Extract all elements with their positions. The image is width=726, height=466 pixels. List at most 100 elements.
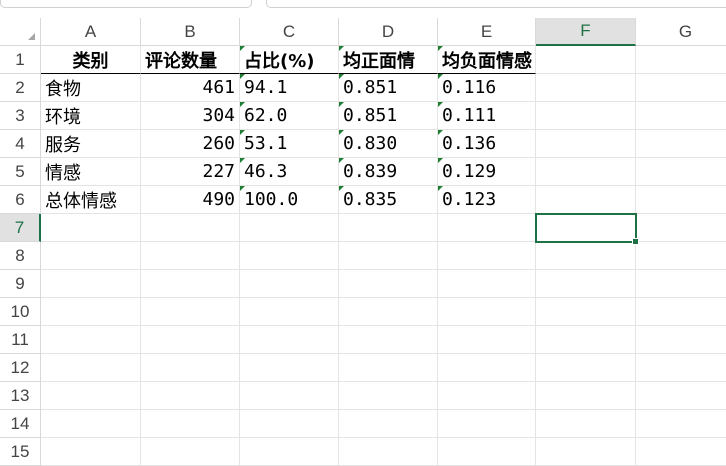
cell-a10[interactable] [41, 298, 141, 326]
cell-b12[interactable] [141, 354, 240, 382]
cell-b10[interactable] [141, 298, 240, 326]
row-header-10[interactable]: 10 [0, 298, 41, 326]
row-header-2[interactable]: 2 [0, 74, 41, 102]
cell-f14[interactable] [536, 410, 636, 438]
cell-f2[interactable] [536, 74, 636, 102]
cell-f10[interactable] [536, 298, 636, 326]
cell-d14[interactable] [339, 410, 438, 438]
cell-a9[interactable] [41, 270, 141, 298]
cell-g6[interactable] [636, 186, 726, 214]
cell-d10[interactable] [339, 298, 438, 326]
row-header-7[interactable]: 7 [0, 214, 41, 242]
cell-g4[interactable] [636, 130, 726, 158]
header-cell-c[interactable]: 占比(%) [240, 46, 339, 74]
cell-g13[interactable] [636, 382, 726, 410]
cell-f1[interactable] [536, 46, 636, 74]
row-header-6[interactable]: 6 [0, 186, 41, 214]
row-header-3[interactable]: 3 [0, 102, 41, 130]
column-header-g[interactable]: G [636, 18, 726, 46]
cell-g2[interactable] [636, 74, 726, 102]
column-header-b[interactable]: B [141, 18, 240, 46]
cell-g11[interactable] [636, 326, 726, 354]
column-header-f[interactable]: F [536, 18, 636, 46]
cell-g9[interactable] [636, 270, 726, 298]
fill-handle[interactable] [632, 238, 639, 245]
cell-c11[interactable] [240, 326, 339, 354]
data-cell-e3[interactable]: 0.111 [438, 102, 536, 130]
data-cell-d6[interactable]: 0.835 [339, 186, 438, 214]
name-box[interactable] [0, 0, 252, 8]
cell-f6[interactable] [536, 186, 636, 214]
data-cell-c6[interactable]: 100.0 [240, 186, 339, 214]
cell-g8[interactable] [636, 242, 726, 270]
cell-f8[interactable] [536, 242, 636, 270]
cell-e10[interactable] [438, 298, 536, 326]
cell-b15[interactable] [141, 438, 240, 466]
header-cell-a[interactable]: 类别 [41, 46, 141, 74]
data-cell-d2[interactable]: 0.851 [339, 74, 438, 102]
cell-d7[interactable] [339, 214, 438, 242]
cell-d9[interactable] [339, 270, 438, 298]
data-cell-a2[interactable]: 食物 [41, 74, 141, 102]
header-cell-d[interactable]: 均正面情 [339, 46, 438, 74]
data-cell-e4[interactable]: 0.136 [438, 130, 536, 158]
cell-e9[interactable] [438, 270, 536, 298]
cell-b14[interactable] [141, 410, 240, 438]
cell-a8[interactable] [41, 242, 141, 270]
row-header-15[interactable]: 15 [0, 438, 41, 466]
data-cell-c4[interactable]: 53.1 [240, 130, 339, 158]
cell-b7[interactable] [141, 214, 240, 242]
cell-g15[interactable] [636, 438, 726, 466]
column-header-a[interactable]: A [41, 18, 141, 46]
column-header-c[interactable]: C [240, 18, 339, 46]
data-cell-e6[interactable]: 0.123 [438, 186, 536, 214]
data-cell-b3[interactable]: 304 [141, 102, 240, 130]
cell-f9[interactable] [536, 270, 636, 298]
active-cell-selection[interactable] [535, 213, 639, 245]
cell-d15[interactable] [339, 438, 438, 466]
cell-c8[interactable] [240, 242, 339, 270]
cell-e7[interactable] [438, 214, 536, 242]
cell-c13[interactable] [240, 382, 339, 410]
cell-a14[interactable] [41, 410, 141, 438]
cell-g12[interactable] [636, 354, 726, 382]
cell-g14[interactable] [636, 410, 726, 438]
row-header-13[interactable]: 13 [0, 382, 41, 410]
cell-a11[interactable] [41, 326, 141, 354]
data-cell-d4[interactable]: 0.830 [339, 130, 438, 158]
data-cell-b6[interactable]: 490 [141, 186, 240, 214]
cell-f11[interactable] [536, 326, 636, 354]
data-cell-a4[interactable]: 服务 [41, 130, 141, 158]
cell-c15[interactable] [240, 438, 339, 466]
cell-a7[interactable] [41, 214, 141, 242]
data-cell-c2[interactable]: 94.1 [240, 74, 339, 102]
row-header-5[interactable]: 5 [0, 158, 41, 186]
cell-e14[interactable] [438, 410, 536, 438]
cell-c10[interactable] [240, 298, 339, 326]
cell-d11[interactable] [339, 326, 438, 354]
data-cell-c3[interactable]: 62.0 [240, 102, 339, 130]
cell-d8[interactable] [339, 242, 438, 270]
formula-input[interactable] [266, 0, 726, 8]
cell-e8[interactable] [438, 242, 536, 270]
cell-g7[interactable] [636, 214, 726, 242]
data-cell-d3[interactable]: 0.851 [339, 102, 438, 130]
column-header-e[interactable]: E [438, 18, 536, 46]
data-cell-b5[interactable]: 227 [141, 158, 240, 186]
row-header-9[interactable]: 9 [0, 270, 41, 298]
cell-a12[interactable] [41, 354, 141, 382]
cell-b8[interactable] [141, 242, 240, 270]
cell-f3[interactable] [536, 102, 636, 130]
data-cell-c5[interactable]: 46.3 [240, 158, 339, 186]
data-cell-e2[interactable]: 0.116 [438, 74, 536, 102]
data-cell-d5[interactable]: 0.839 [339, 158, 438, 186]
cell-e12[interactable] [438, 354, 536, 382]
cell-g5[interactable] [636, 158, 726, 186]
cell-c14[interactable] [240, 410, 339, 438]
cell-g1[interactable] [636, 46, 726, 74]
data-cell-a3[interactable]: 环境 [41, 102, 141, 130]
cell-c9[interactable] [240, 270, 339, 298]
row-header-1[interactable]: 1 [0, 46, 41, 74]
cell-a15[interactable] [41, 438, 141, 466]
column-header-d[interactable]: D [339, 18, 438, 46]
